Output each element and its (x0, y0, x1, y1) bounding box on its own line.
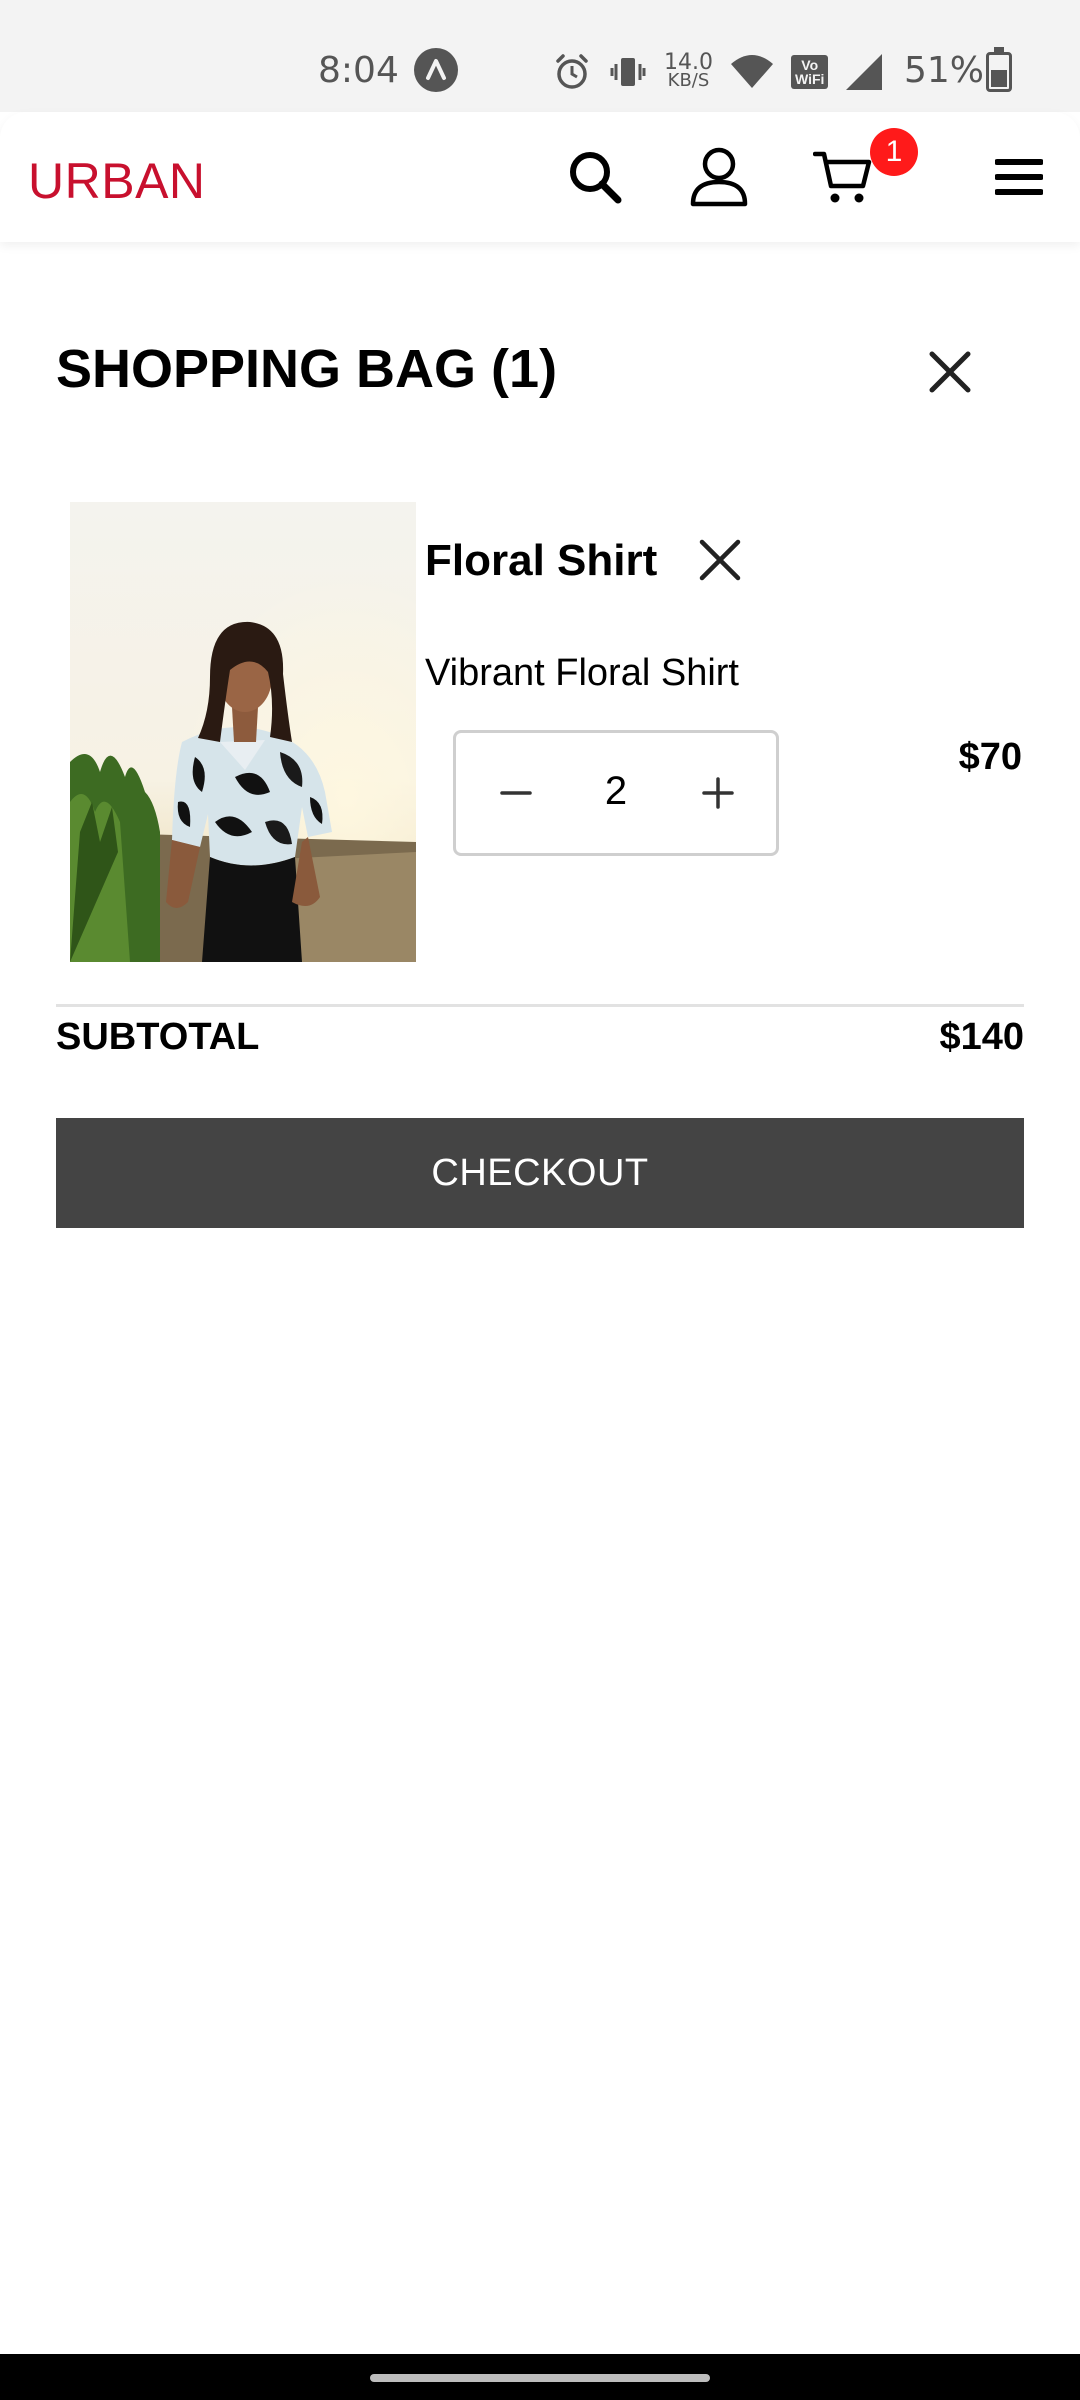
battery-icon (986, 47, 1012, 92)
menu-icon (995, 159, 1043, 195)
home-gesture-handle[interactable] (370, 2374, 710, 2382)
user-icon (690, 147, 748, 207)
close-icon (699, 539, 741, 581)
account-button[interactable] (684, 142, 754, 212)
app-notification-icon (414, 48, 458, 92)
cart-count-badge: 1 (870, 128, 918, 176)
bag-title: SHOPPING BAG (1) (56, 339, 558, 399)
increase-quantity-button[interactable] (696, 771, 740, 815)
product-description: Vibrant Floral Shirt (425, 652, 739, 694)
quantity-stepper: 2 (453, 730, 779, 856)
status-bar: 8:04 14.0 KB/S Vo WiFi 51% (0, 0, 1080, 112)
divider (56, 1004, 1024, 1007)
navigation-bar (0, 2354, 1080, 2400)
remove-item-button[interactable] (694, 534, 746, 586)
wifi-icon (730, 55, 773, 88)
menu-button[interactable] (984, 142, 1054, 212)
cart-button[interactable] (808, 142, 878, 212)
battery-percent: 51% (904, 50, 985, 91)
search-button[interactable] (560, 142, 630, 212)
search-icon (570, 152, 622, 204)
cart-icon (813, 151, 872, 203)
close-bag-button[interactable] (920, 342, 980, 402)
subtotal-label: SUBTOTAL (56, 1016, 260, 1058)
product-image[interactable] (70, 502, 416, 962)
battery-level-fill (991, 69, 1007, 87)
volte-wifi-icon: Vo WiFi (790, 55, 829, 89)
vibrate-icon (610, 58, 646, 86)
network-speed: 14.0 KB/S (664, 50, 713, 91)
close-icon (929, 351, 971, 393)
checkout-button[interactable]: CHECKOUT (56, 1118, 1024, 1228)
app-header: URBAN 1 (0, 112, 1080, 242)
logo[interactable]: URBAN (28, 152, 206, 210)
subtotal-value: $140 (939, 1016, 1024, 1058)
plus-icon (702, 777, 734, 809)
signal-icon (846, 54, 883, 90)
status-icons: 14.0 KB/S Vo WiFi (552, 48, 884, 96)
item-price: $70 (958, 736, 1022, 778)
alarm-icon (556, 54, 588, 89)
product-name[interactable]: Floral Shirt (425, 536, 657, 586)
status-time: 8:04 (318, 50, 399, 91)
